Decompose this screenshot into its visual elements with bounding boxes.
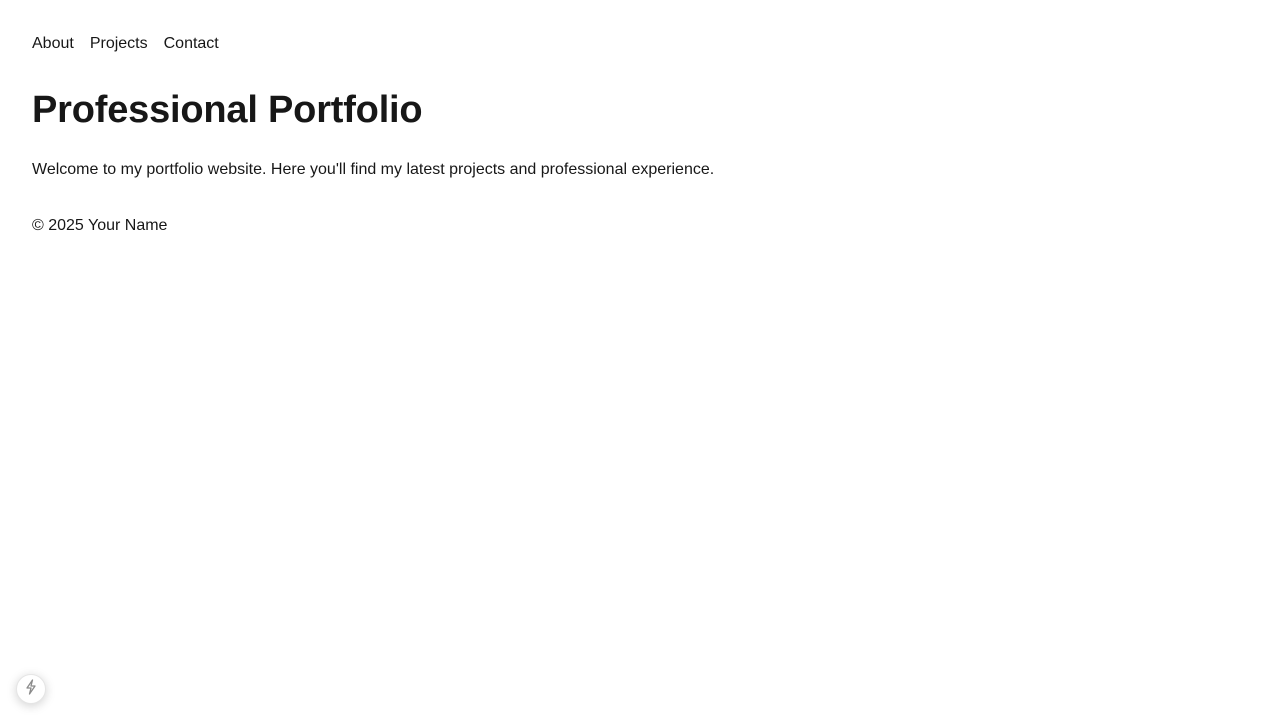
top-nav: About Projects Contact xyxy=(32,32,1248,56)
intro-text: Welcome to my portfolio website. Here yo… xyxy=(32,161,715,178)
dev-tools-button[interactable] xyxy=(16,674,46,704)
nav-link-contact[interactable]: Contact xyxy=(164,32,219,56)
nav-link-about[interactable]: About xyxy=(32,32,74,56)
lightning-bolt-icon xyxy=(24,678,38,700)
site-footer: © 2025 Your Name xyxy=(32,217,168,234)
page-title: Professional Portfolio xyxy=(32,89,423,131)
main-content: Professional Portfolio Welcome to my por… xyxy=(32,86,1248,182)
page: About Projects Contact Professional Port… xyxy=(0,0,1280,720)
nav-link-projects[interactable]: Projects xyxy=(90,32,148,56)
